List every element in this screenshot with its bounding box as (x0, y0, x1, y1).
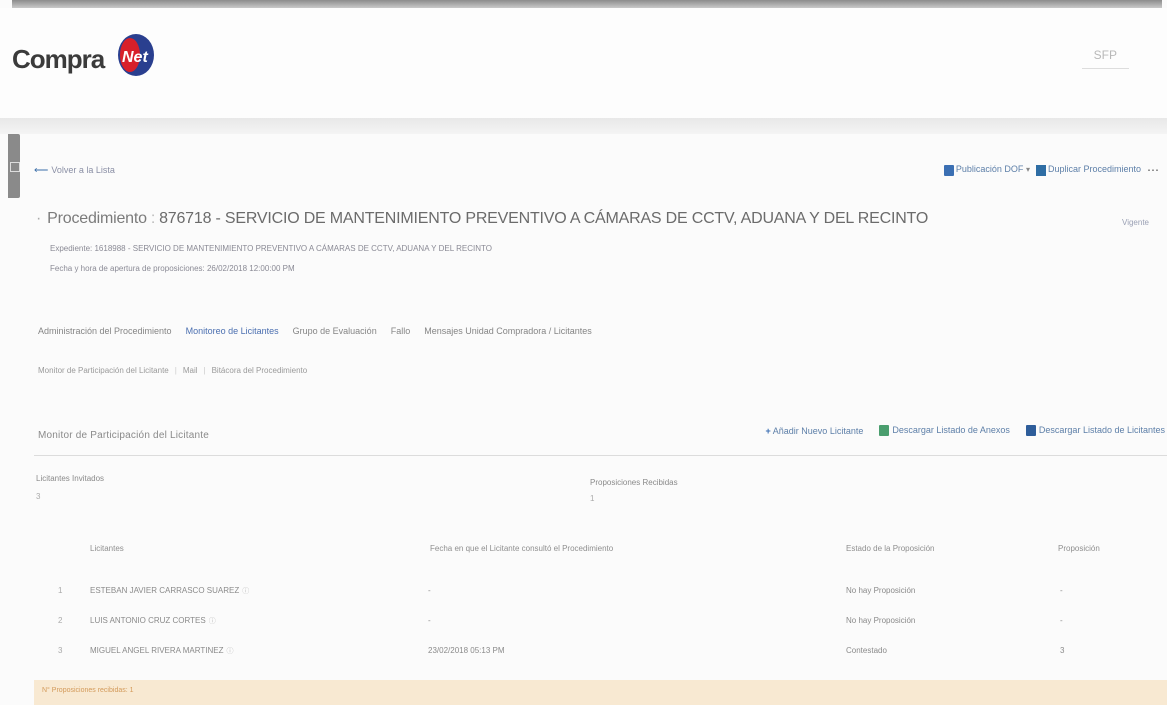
proposal-status: No hay Proposición (846, 616, 916, 625)
duplicate-procedure-button[interactable]: Duplicar Procedimiento (1035, 164, 1141, 176)
received-label: Proposiciones Recibidas (590, 478, 678, 487)
info-icon[interactable]: ⓘ (242, 588, 249, 595)
tab-mensajes[interactable]: Mensajes Unidad Compradora / Licitantes (424, 326, 592, 336)
download-annex-label: Descargar Listado de Anexos (892, 425, 1010, 435)
consult-date: - (428, 616, 431, 625)
add-bidder-button[interactable]: + Añadir Nuevo Licitante (766, 426, 864, 436)
row-number: 3 (58, 646, 63, 655)
proposal-value: - (1060, 616, 1063, 625)
tab-administracion[interactable]: Administración del Procedimiento (38, 326, 172, 336)
download-bidders-button[interactable]: Descargar Listado de Licitantes (1025, 425, 1165, 437)
subnav-divider: | (174, 366, 177, 375)
publish-label: Publicación DOF (955, 164, 1024, 175)
received-value: 1 (590, 494, 595, 503)
download-annex-button[interactable]: Descargar Listado de Anexos (879, 425, 1010, 437)
side-panel-toggle[interactable] (8, 134, 20, 198)
title-bullet: · (36, 210, 42, 227)
tab-grupo-evaluacion[interactable]: Grupo de Evaluación (293, 326, 377, 336)
logo-net-text: Net (122, 49, 148, 66)
table-row: 1 ESTEBAN JAVIER CARRASCO SUAREZ ⓘ - No h… (36, 580, 1166, 604)
back-link-label: Volver a la Lista (51, 165, 115, 175)
status-badge: Vigente (1122, 218, 1149, 227)
subnav-divider: | (203, 366, 206, 375)
plus-icon: + (765, 425, 771, 436)
duplicate-label: Duplicar Procedimiento (1047, 164, 1141, 175)
col-header-estado: Estado de la Proposición (846, 544, 935, 553)
tab-fallo[interactable]: Fallo (391, 326, 411, 336)
proposal-value: 3 (1060, 646, 1065, 655)
add-bidder-label: Añadir Nuevo Licitante (772, 425, 864, 436)
duplicate-icon (1035, 164, 1046, 176)
logo-net-icon: Net (118, 34, 154, 76)
consult-date: 23/02/2018 05:13 PM (428, 646, 505, 655)
col-header-proposicion: Proposición (1058, 544, 1100, 553)
subnav-mail[interactable]: Mail (183, 366, 198, 375)
subnav-monitor[interactable]: Monitor de Participación del Licitante (38, 366, 169, 375)
col-header-licitantes: Licitantes (90, 544, 124, 553)
arrow-left-icon: ⟵ (34, 165, 49, 176)
header-band (0, 118, 1167, 134)
opening-date-line: Fecha y hora de apertura de proposicione… (50, 264, 295, 273)
publish-dof-button[interactable]: Publicación DOF ▾ (943, 164, 1030, 176)
table-row: 3 MIGUEL ANGEL RIVERA MARTINEZ ⓘ 23/02/20… (36, 640, 1166, 664)
proposal-value: - (1060, 586, 1063, 595)
top-border (12, 0, 1162, 8)
tab-monitoreo[interactable]: Monitoreo de Licitantes (186, 326, 279, 336)
row-number: 2 (58, 616, 63, 625)
invited-label: Licitantes Invitados (36, 474, 105, 483)
proposals-summary-bar: N° Proposiciones recibidas: 1 (34, 680, 1167, 705)
chevron-down-icon: ▾ (1025, 165, 1030, 175)
section-actions: + Añadir Nuevo Licitante Descargar Listad… (766, 425, 1165, 437)
bidder-name-text: ESTEBAN JAVIER CARRASCO SUAREZ (90, 586, 240, 595)
proposal-status: No hay Proposición (846, 586, 916, 595)
info-icon[interactable]: ⓘ (227, 648, 234, 655)
bidder-name-text: MIGUEL ANGEL RIVERA MARTINEZ (90, 646, 224, 655)
bidder-name[interactable]: LUIS ANTONIO CRUZ CORTES ⓘ (90, 616, 216, 626)
title-label: Procedimiento (47, 210, 147, 227)
table-row: 2 LUIS ANTONIO CRUZ CORTES ⓘ - No hay Pro… (36, 610, 1166, 634)
section-title: Monitor de Participación del Licitante (38, 430, 210, 441)
download-annex-icon (879, 425, 890, 437)
app-header: Compra Net SFP (0, 8, 1167, 118)
subnav-bitacora[interactable]: Bitácora del Procedimiento (212, 366, 308, 375)
top-actions: Publicación DOF ▾ Duplicar Procedimiento… (943, 163, 1159, 177)
publish-icon (943, 164, 954, 176)
bidder-name[interactable]: ESTEBAN JAVIER CARRASCO SUAREZ ⓘ (90, 586, 249, 596)
panel-icon (10, 162, 20, 172)
invited-value: 3 (36, 492, 41, 501)
row-number: 1 (58, 586, 63, 595)
consult-date: - (428, 586, 431, 595)
expediente-line: Expediente: 1618988 - SERVICIO DE MANTEN… (50, 244, 492, 253)
proposal-status: Contestado (846, 646, 887, 655)
download-bidders-icon (1025, 425, 1036, 437)
back-to-list-link[interactable]: ⟵ Volver a la Lista (34, 165, 115, 176)
title-text: 876718 - SERVICIO DE MANTENIMIENTO PREVE… (159, 210, 929, 227)
tab-bar: Administración del Procedimiento Monitor… (38, 326, 592, 336)
info-icon[interactable]: ⓘ (209, 618, 216, 625)
proposals-summary-text: N° Proposiciones recibidas: 1 (42, 687, 134, 694)
title-separator: : (150, 210, 156, 227)
bidder-name[interactable]: MIGUEL ANGEL RIVERA MARTINEZ ⓘ (90, 646, 234, 656)
sub-navigation: Monitor de Participación del Licitante |… (38, 366, 307, 375)
sfp-logo: SFP (1081, 48, 1129, 69)
bidder-name-text: LUIS ANTONIO CRUZ CORTES (90, 616, 206, 625)
col-header-fecha: Fecha en que el Licitante consultó el Pr… (430, 544, 614, 553)
page-title: · Procedimiento:876718 - SERVICIO DE MANT… (36, 210, 928, 228)
download-bidders-label: Descargar Listado de Licitantes (1038, 425, 1165, 435)
section-divider (34, 455, 1167, 456)
more-options-icon[interactable]: ⋯ (1147, 163, 1159, 177)
logo-text: Compra (12, 44, 105, 74)
